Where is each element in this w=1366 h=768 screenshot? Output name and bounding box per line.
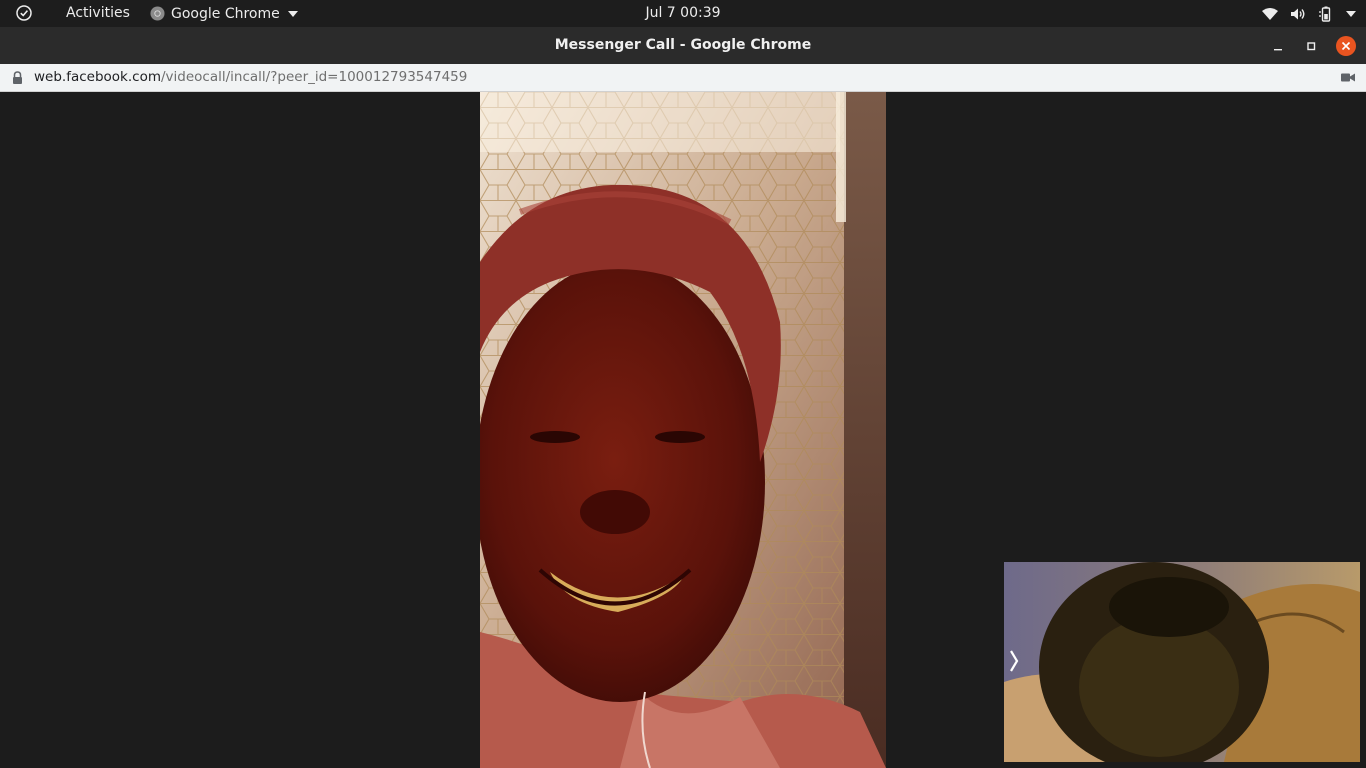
self-view-frame [1004, 562, 1360, 762]
url-path: /videocall/incall/?peer_id=1000127935474… [161, 69, 468, 85]
window-title: Messenger Call - Google Chrome [554, 37, 812, 53]
chrome-icon [150, 6, 165, 21]
gnome-top-bar: Activities Google Chrome Jul 7 00:39 [0, 0, 1366, 27]
wifi-icon [1262, 7, 1278, 20]
caret-down-icon [1346, 10, 1356, 17]
lock-icon[interactable] [12, 71, 23, 84]
system-status-area[interactable] [1262, 4, 1356, 23]
call-area [0, 92, 1366, 768]
battery-icon [1319, 6, 1331, 22]
close-icon[interactable] [1336, 36, 1356, 56]
window-title-bar[interactable]: Messenger Call - Google Chrome [0, 27, 1366, 64]
app-menu[interactable]: Google Chrome [150, 4, 298, 23]
remote-video[interactable] [480, 92, 886, 768]
maximize-icon[interactable] [1301, 36, 1321, 56]
url-text[interactable]: web.facebook.com/videocall/incall/?peer_… [34, 69, 467, 86]
check-circle-icon[interactable] [16, 5, 32, 21]
camera-icon[interactable] [1341, 72, 1355, 83]
app-menu-label: Google Chrome [171, 5, 280, 22]
clock[interactable]: Jul 7 00:39 [645, 5, 720, 21]
url-host: web.facebook.com [34, 69, 161, 85]
activities-button[interactable]: Activities [66, 5, 130, 22]
caret-down-icon [287, 10, 298, 17]
volume-icon [1291, 8, 1305, 19]
self-view-video[interactable] [1004, 562, 1360, 762]
address-bar[interactable]: web.facebook.com/videocall/incall/?peer_… [0, 64, 1366, 92]
minimize-icon[interactable] [1268, 36, 1288, 56]
chevron-right-icon[interactable] [1008, 648, 1020, 674]
